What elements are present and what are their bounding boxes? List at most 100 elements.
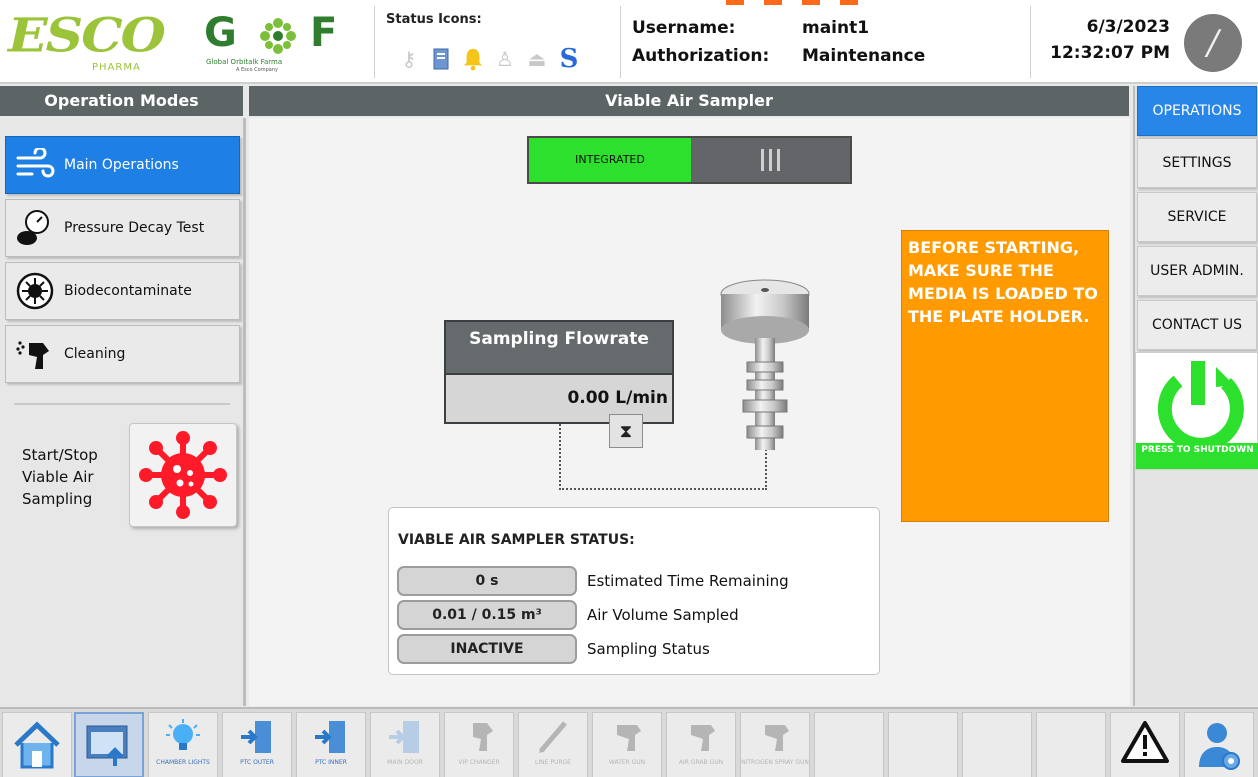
nav-operations[interactable]: OPERATIONS	[1137, 86, 1257, 136]
nav-user-admin[interactable]: USER ADMIN.	[1137, 246, 1257, 296]
nitrogen-gun-icon	[765, 725, 789, 751]
air-gun-icon	[691, 725, 715, 751]
datetime: 6/3/2023 12:32:07 PM	[1040, 14, 1170, 66]
ptc-inner-button[interactable]: PTC INNER	[296, 712, 366, 777]
user-gear-icon	[1199, 723, 1240, 770]
wind-icon	[12, 142, 58, 188]
authorization-row: Authorization: Maintenance	[632, 46, 925, 70]
s-icon: S	[559, 44, 579, 74]
username-value: maint1	[802, 18, 870, 38]
flowrate-title: Sampling Flowrate	[446, 322, 672, 375]
status-label: Air Volume Sampled	[587, 606, 739, 624]
main-door-icon	[389, 721, 419, 753]
esco-logo-sub: PHARMA	[92, 62, 141, 73]
gof-logo-tagline: Global Orbitalk Farma	[206, 58, 283, 66]
shutdown-button[interactable]: PRESS TO SHUTDOWN	[1135, 352, 1258, 470]
nitrogen-spray-gun-button[interactable]: NITROGEN SPRAY GUN	[740, 712, 810, 777]
gof-logo-g: G	[204, 10, 237, 56]
toolbar-empty-slot	[962, 712, 1032, 777]
line-purge-icon	[539, 721, 567, 753]
integrated-toggle[interactable]: INTEGRATED	[527, 136, 852, 184]
nav-service[interactable]: SERVICE	[1137, 192, 1257, 242]
alarm-button[interactable]	[1110, 712, 1180, 777]
mode-main-operations[interactable]: Main Operations	[5, 136, 240, 194]
mode-label: Main Operations	[64, 156, 179, 173]
gof-flower-icon	[260, 18, 296, 54]
status-row-sampling: INACTIVE Sampling Status	[397, 634, 710, 664]
toolbar-empty-slot	[888, 712, 958, 777]
toolbar-caption: WATER GUN	[608, 759, 646, 766]
top-orange-marks	[726, 0, 858, 5]
door-inner-icon	[315, 721, 345, 753]
line-purge-button[interactable]: LINE PURGE	[518, 712, 588, 777]
esco-logo: ESCO PHARMA	[8, 10, 168, 76]
status-label: Sampling Status	[587, 640, 710, 658]
water-gun-button[interactable]: WATER GUN	[592, 712, 662, 777]
virus-circle-icon	[12, 268, 58, 314]
vip-changer-button[interactable]: VIP CHANGER	[444, 712, 514, 777]
mode-label: Biodecontaminate	[64, 282, 192, 299]
status-icons-title: Status Icons:	[386, 12, 482, 27]
viable-air-sampler-title: Viable Air Sampler	[249, 86, 1129, 116]
user-avatar[interactable]: /	[1184, 14, 1242, 72]
viable-air-sampler-panel: INTEGRATED Sampling Flowrate 0.00 L/min …	[249, 118, 1130, 706]
chamber-lights-button[interactable]: CHAMBER LIGHTS	[148, 712, 218, 777]
virus-icon	[139, 431, 227, 519]
right-nav: OPERATIONS SETTINGS SERVICE USER ADMIN. …	[1133, 86, 1258, 706]
window-button[interactable]	[74, 712, 144, 777]
toolbar-caption: VIP CHANGER	[458, 759, 500, 766]
home-icon	[14, 721, 60, 769]
sampling-flowrate-box: Sampling Flowrate 0.00 L/min	[444, 320, 674, 424]
media-warning-box: BEFORE STARTING, MAKE SURE THE MEDIA IS …	[901, 230, 1109, 522]
esco-logo-text: ESCO	[8, 8, 166, 64]
toolbar-empty-slot	[1036, 712, 1106, 777]
water-gun-icon	[617, 725, 641, 751]
toolbar-empty-slot	[814, 712, 884, 777]
operation-modes-title: Operation Modes	[0, 86, 243, 116]
user-settings-button[interactable]	[1184, 712, 1254, 777]
toolbar-caption: CHAMBER LIGHTS	[156, 759, 210, 766]
main-door-button[interactable]: MAIN DOOR	[370, 712, 440, 777]
upload-icon: ⏏	[527, 47, 547, 71]
authorization-label: Authorization:	[632, 46, 770, 66]
toolbar-caption: MAIN DOOR	[387, 759, 423, 766]
date-text: 6/3/2023	[1086, 17, 1170, 37]
header-divider	[374, 6, 375, 78]
header-divider	[620, 6, 621, 78]
mode-biodecontaminate[interactable]: Biodecontaminate	[5, 262, 240, 320]
spray-icon	[12, 331, 58, 377]
toggle-handle[interactable]	[691, 138, 850, 182]
status-row-time: 0 s Estimated Time Remaining	[397, 566, 789, 596]
mode-pressure-decay-test[interactable]: Pressure Decay Test	[5, 199, 240, 257]
status-value: 0.01 / 0.15 m³	[397, 600, 577, 630]
mode-label: Pressure Decay Test	[64, 219, 205, 236]
status-icons-row: ⚷ ♙ ⏏ S	[398, 44, 580, 74]
nav-contact-us[interactable]: CONTACT US	[1137, 300, 1257, 350]
light-bulb-icon	[166, 719, 200, 750]
air-grab-gun-button[interactable]: AIR GRAB GUN	[666, 712, 736, 777]
mode-label: Cleaning	[64, 345, 126, 362]
shutdown-label: PRESS TO SHUTDOWN	[1136, 443, 1258, 469]
header-bar: ESCO PHARMA G F Global Orbitalk Farma A …	[0, 0, 1258, 84]
home-button[interactable]	[2, 712, 72, 777]
gof-logo-company: A Esco Company	[236, 67, 278, 73]
toolbar-caption: PTC OUTER	[240, 759, 274, 766]
person-warning-icon: ♙	[496, 47, 514, 71]
time-text: 12:32:07 PM	[1050, 43, 1170, 63]
status-label: Estimated Time Remaining	[587, 572, 789, 590]
status-icons-panel: Status Icons: ⚷ ♙ ⏏ S	[386, 12, 616, 78]
air-sampler-head-image	[720, 279, 810, 450]
nav-settings[interactable]: SETTINGS	[1137, 138, 1257, 188]
toolbar-caption: LINE PURGE	[535, 759, 571, 766]
username-label: Username:	[632, 18, 736, 38]
power-icon	[1157, 361, 1244, 452]
ptc-outer-button[interactable]: PTC OUTER	[222, 712, 292, 777]
status-value: INACTIVE	[397, 634, 577, 664]
file-icon	[430, 46, 452, 72]
vip-changer-icon	[473, 723, 493, 751]
pressure-gauge-icon	[12, 205, 58, 251]
startstop-label: Start/Stop Viable Air Sampling	[22, 446, 98, 508]
toolbar-caption: NITROGEN SPRAY GUN	[741, 759, 809, 766]
mode-cleaning[interactable]: Cleaning	[5, 325, 240, 383]
startstop-sampling-button[interactable]	[129, 423, 237, 527]
